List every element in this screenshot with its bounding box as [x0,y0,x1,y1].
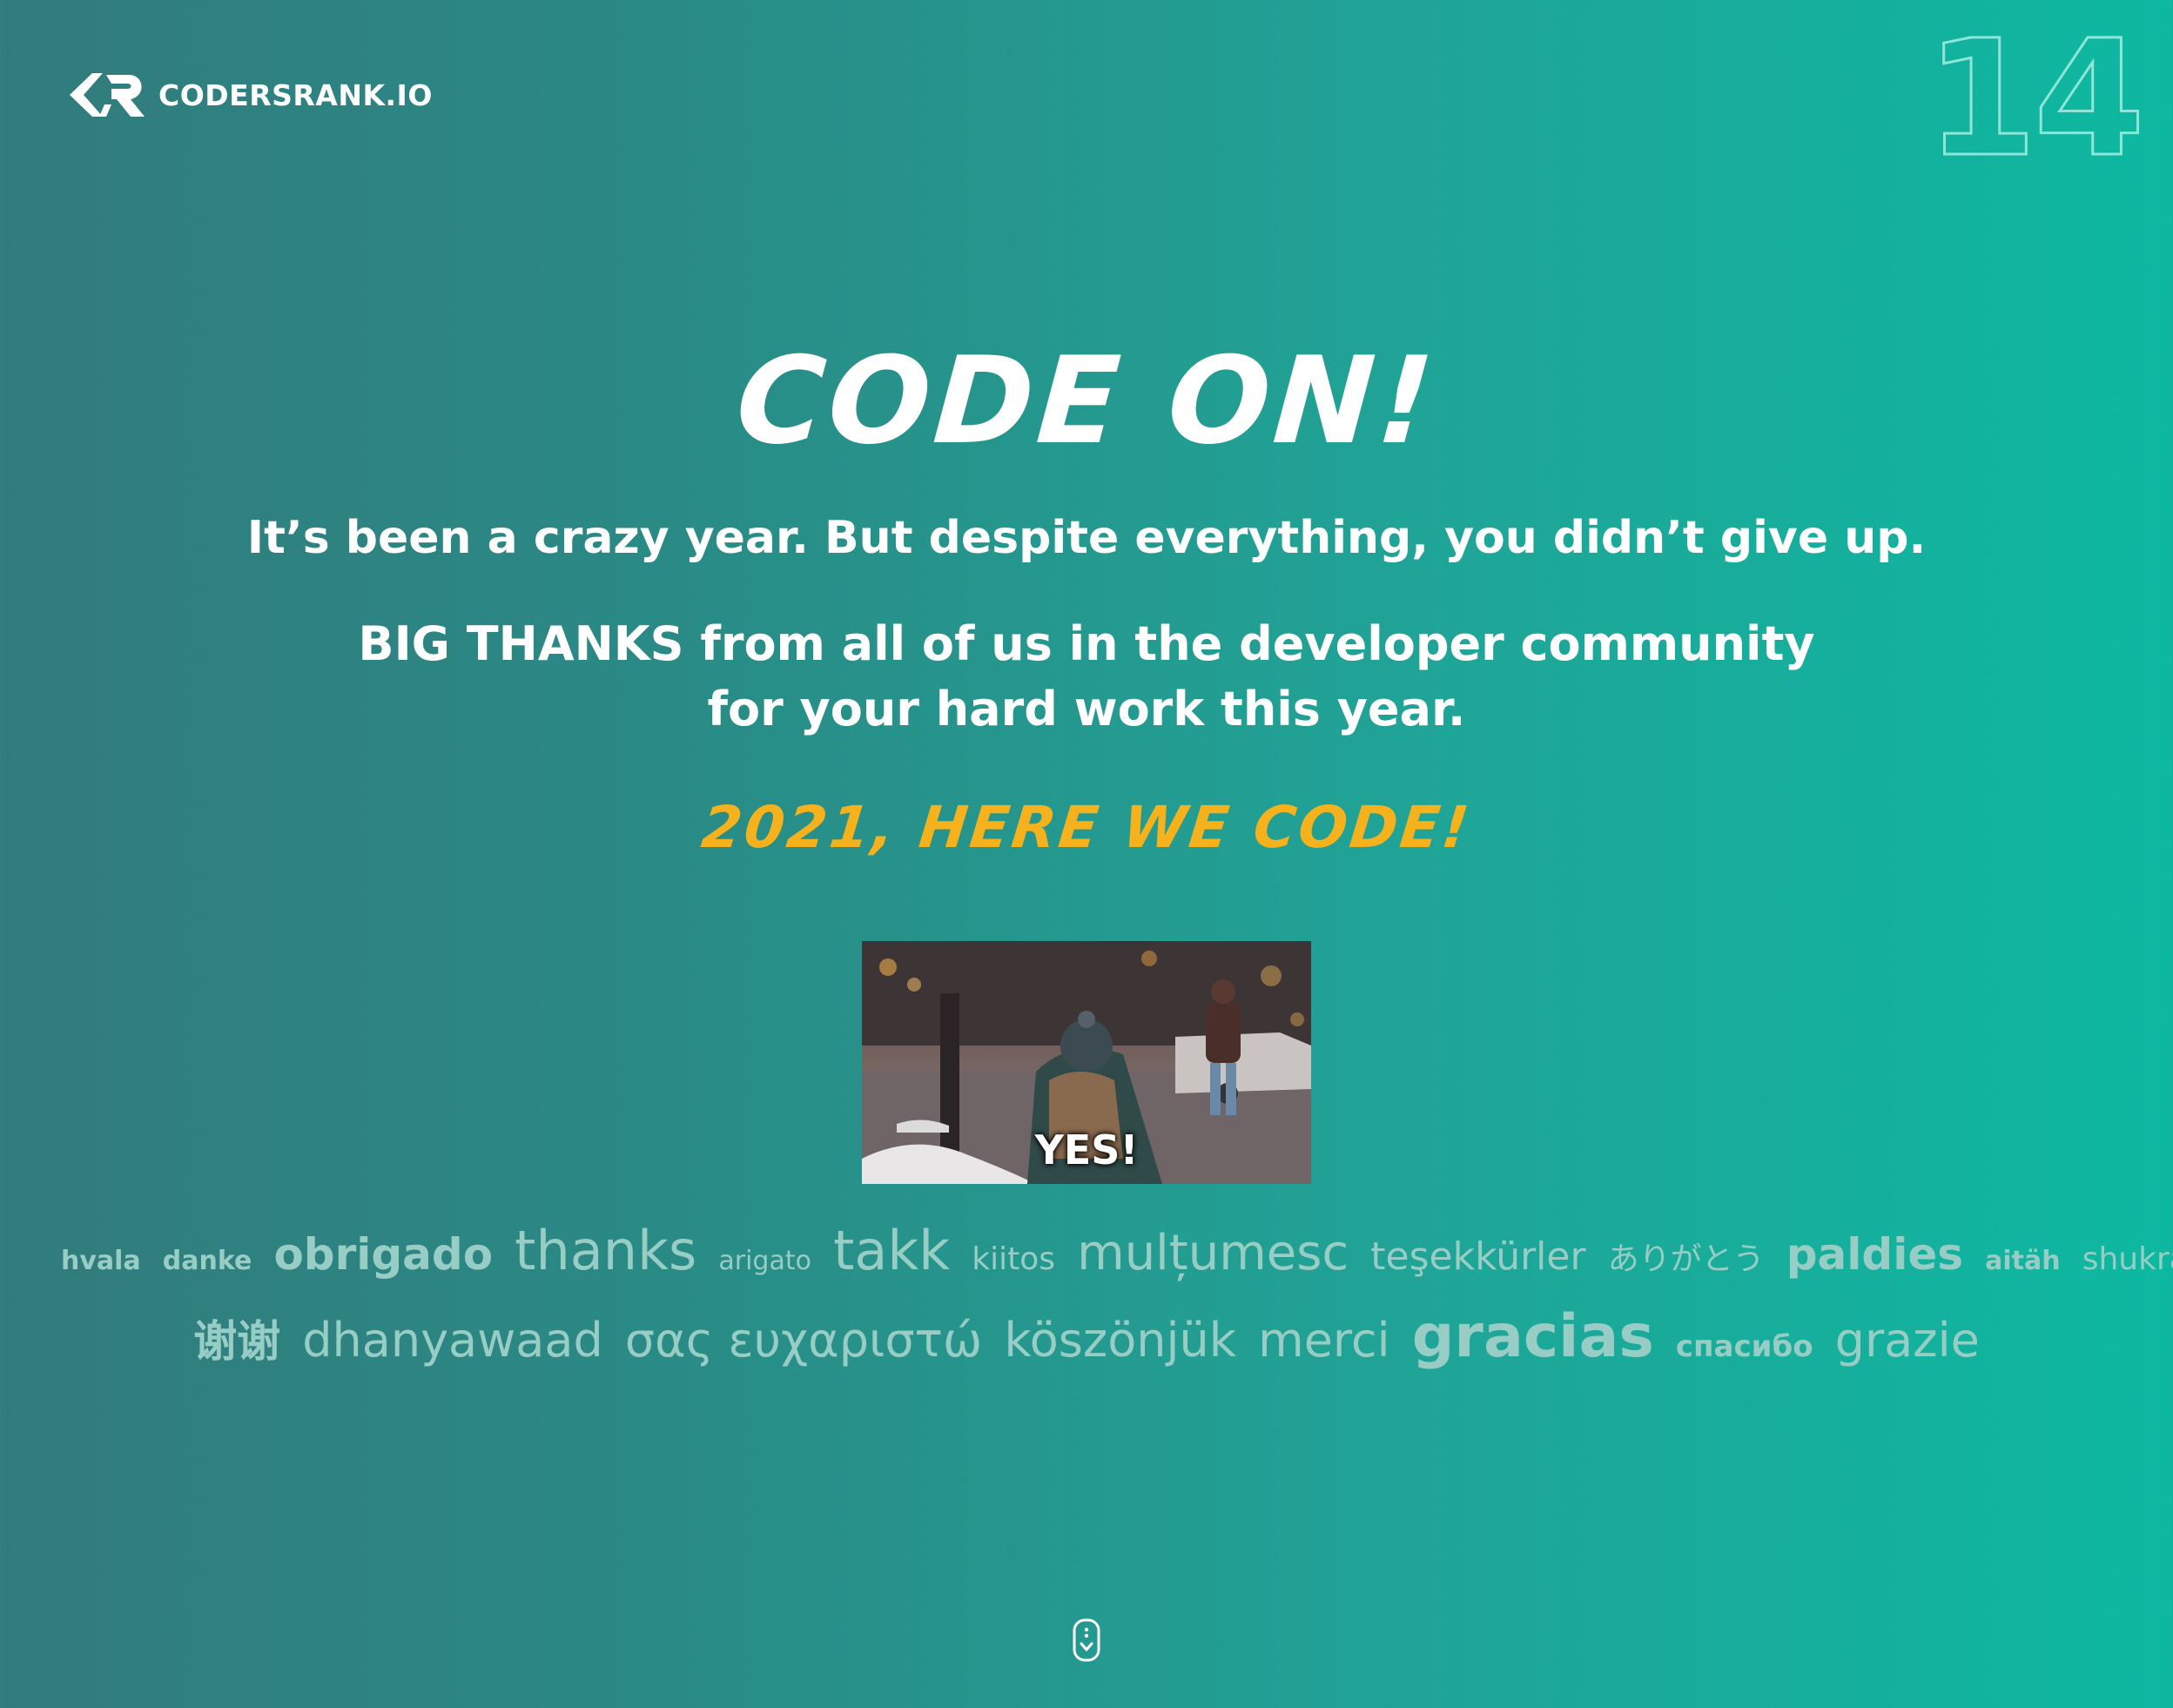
cloud-word: thanks [515,1219,697,1282]
subtitle: It’s been a crazy year. But despite ever… [246,512,1927,564]
celebration-gif: YES! [862,941,1311,1184]
cloud-word: shukran [2082,1241,2173,1277]
cloud-word: mulțumesc [1077,1225,1349,1281]
cloud-word: köszönjük [1004,1313,1236,1368]
cloud-word: aitäh [1985,1246,2061,1276]
page-number: 14 [1924,6,2146,192]
cloud-word: arigato [718,1246,811,1276]
cloud-word: danke [162,1246,252,1276]
cloud-word: gracias [1411,1302,1654,1371]
cloud-word: спасибо [1675,1329,1813,1364]
headline: CODE ON! [731,331,1442,471]
thanks-line-1: BIG THANKS from all of us in the develop… [358,616,1815,671]
thanks-line-2: for your hard work this year. [707,682,1466,736]
brand-logo[interactable]: CODERSRANK.IO [66,70,433,120]
cloud-word: grazie [1834,1313,1980,1368]
cloud-word: 谢谢 [193,1316,281,1367]
cloud-word: teşekkürler [1370,1234,1586,1279]
cloud-word: kiitos [972,1241,1056,1277]
cloud-word: obrigado [273,1229,494,1280]
tagline: 2021, HERE WE CODE! [698,794,1475,861]
cloud-word: ありがとう [1607,1241,1765,1277]
brand-name: CODERSRANK.IO [158,77,433,112]
cloud-word: merci [1258,1313,1390,1368]
codersrank-logo-icon [70,73,145,117]
cloud-word: hvala [61,1246,141,1276]
thanks-word-cloud-row-1: hvala danke obrigado thanks arigato takk… [52,1219,2173,1282]
mouse-scroll-icon[interactable] [1072,1617,1101,1663]
cloud-word: σας ευχαριστώ [624,1313,983,1368]
cloud-word: takk [833,1219,951,1282]
gif-caption: YES! [1034,1126,1139,1173]
thanks-word-cloud-row-2: 谢谢 dhanyawaad σας ευχαριστώ köszönjük me… [52,1302,2121,1371]
cloud-word: paldies [1786,1229,1964,1280]
cloud-word: dhanyawaad [302,1313,603,1368]
thanks-message: BIG THANKS from all of us in the develop… [0,611,2173,742]
